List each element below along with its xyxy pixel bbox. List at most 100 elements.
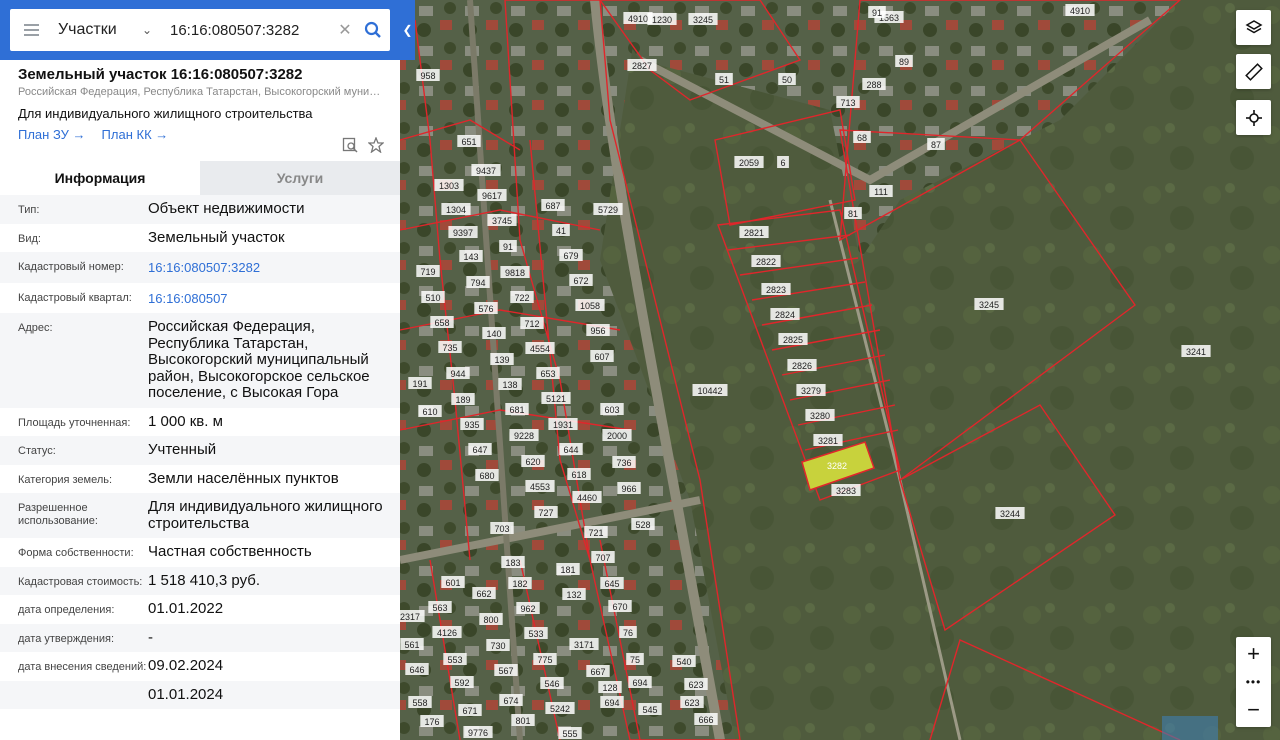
- parcel-label[interactable]: 653: [536, 367, 560, 379]
- parcel-label[interactable]: 3279: [796, 384, 826, 396]
- parcel-label[interactable]: 712: [520, 317, 544, 329]
- star-icon[interactable]: [368, 137, 384, 153]
- parcel-label[interactable]: 4460: [572, 491, 602, 503]
- parcel-label[interactable]: 553: [443, 653, 467, 665]
- parcel-label[interactable]: 510: [421, 291, 445, 303]
- parcel-label[interactable]: 4910: [1065, 4, 1095, 16]
- search-input[interactable]: 16:16:080507:3282: [156, 22, 334, 39]
- parcel-label[interactable]: 592: [450, 676, 474, 688]
- parcel-label[interactable]: 1058: [575, 299, 605, 311]
- tab-info[interactable]: Информация: [0, 161, 200, 195]
- parcel-label[interactable]: 111: [869, 185, 893, 197]
- parcel-label[interactable]: 528: [631, 518, 655, 530]
- parcel-label[interactable]: 2825: [778, 333, 808, 345]
- parcel-label[interactable]: 3245: [974, 298, 1004, 310]
- parcel-label[interactable]: 623: [680, 696, 704, 708]
- parcel-label[interactable]: 674: [499, 694, 523, 706]
- parcel-label[interactable]: 935: [460, 418, 484, 430]
- parcel-label[interactable]: 694: [628, 676, 652, 688]
- parcel-label[interactable]: 91: [499, 240, 517, 252]
- parcel-label[interactable]: 4126: [432, 626, 462, 638]
- parcel-label[interactable]: 288: [862, 78, 886, 90]
- plus-icon[interactable]: +: [1247, 643, 1260, 665]
- parcel-label[interactable]: 132: [562, 588, 586, 600]
- parcel-label[interactable]: 533: [524, 627, 548, 639]
- parcel-label[interactable]: 713: [836, 96, 860, 108]
- parcel-label[interactable]: 540: [672, 655, 696, 667]
- parcel-label[interactable]: 671: [458, 704, 482, 716]
- parcel-label[interactable]: 91: [868, 6, 886, 18]
- parcel-label[interactable]: 694: [600, 696, 624, 708]
- chevron-down-icon[interactable]: ⌄: [142, 23, 156, 37]
- parcel-label[interactable]: 545: [638, 703, 662, 715]
- parcel-label[interactable]: 680: [475, 469, 499, 481]
- parcel-label[interactable]: 681: [505, 403, 529, 415]
- parcel-label[interactable]: 5729: [593, 203, 623, 215]
- parcel-label[interactable]: 75: [626, 653, 644, 665]
- attribute-link[interactable]: 16:16:080507: [148, 289, 400, 308]
- parcel-label[interactable]: 2827: [627, 59, 657, 71]
- parcel-label[interactable]: 9818: [500, 266, 530, 278]
- parcel-label[interactable]: 601: [441, 576, 465, 588]
- parcel-label[interactable]: 1230: [647, 13, 677, 25]
- parcel-label[interactable]: 645: [600, 577, 624, 589]
- parcel-label[interactable]: 3280: [805, 409, 835, 421]
- parcel-label[interactable]: 4554: [525, 342, 555, 354]
- parcel-label[interactable]: 9397: [448, 226, 478, 238]
- parcel-label[interactable]: 3244: [995, 507, 1025, 519]
- parcel-label[interactable]: 576: [474, 302, 498, 314]
- parcel-label[interactable]: 546: [540, 677, 564, 689]
- parcel-label[interactable]: 2822: [751, 255, 781, 267]
- parcel-label[interactable]: 3171: [569, 638, 599, 650]
- parcel-label[interactable]: 555: [558, 727, 582, 739]
- parcel-label[interactable]: 176: [420, 715, 444, 727]
- parcel-label[interactable]: 563: [428, 601, 452, 613]
- parcel-label[interactable]: 956: [586, 324, 610, 336]
- parcel-label[interactable]: 138: [498, 378, 522, 390]
- parcel-label[interactable]: 958: [416, 69, 440, 81]
- parcel-label[interactable]: 567: [494, 664, 518, 676]
- parcel-label[interactable]: 3282: [822, 459, 851, 471]
- parcel-label[interactable]: 41: [552, 224, 570, 236]
- parcel-label[interactable]: 662: [472, 587, 496, 599]
- parcel-label[interactable]: 647: [468, 443, 492, 455]
- parcel-label[interactable]: 2821: [739, 226, 769, 238]
- parcel-label[interactable]: 9228: [509, 429, 539, 441]
- parcel-label[interactable]: 607: [590, 350, 614, 362]
- plan-zu-link[interactable]: План ЗУ →: [18, 127, 86, 142]
- parcel-label[interactable]: 4553: [525, 480, 555, 492]
- parcel-label[interactable]: 139: [490, 353, 514, 365]
- tab-services[interactable]: Услуги: [200, 161, 400, 195]
- parcel-label[interactable]: 651: [457, 135, 481, 147]
- parcel-label[interactable]: 735: [438, 341, 462, 353]
- clear-icon[interactable]: ✕: [334, 20, 356, 40]
- parcel-label[interactable]: 800: [479, 613, 503, 625]
- parcel-label[interactable]: 2000: [602, 429, 632, 441]
- parcel-label[interactable]: 1304: [441, 203, 471, 215]
- parcel-label[interactable]: 1931: [548, 418, 578, 430]
- parcel-label[interactable]: 703: [490, 522, 514, 534]
- parcel-label[interactable]: 128: [598, 681, 622, 693]
- measure-button[interactable]: [1236, 54, 1271, 89]
- parcel-label[interactable]: 966: [617, 482, 641, 494]
- parcel-label[interactable]: 672: [569, 274, 593, 286]
- parcel-label[interactable]: 558: [408, 696, 432, 708]
- attribute-link[interactable]: 16:16:080507:3282: [148, 258, 400, 277]
- parcel-label[interactable]: 623: [684, 678, 708, 690]
- more-icon[interactable]: •••: [1246, 675, 1262, 689]
- menu-icon[interactable]: [10, 24, 52, 36]
- parcel-label[interactable]: 610: [418, 405, 442, 417]
- parcel-label[interactable]: 68: [853, 131, 871, 143]
- parcel-label[interactable]: 670: [608, 600, 632, 612]
- parcel-label[interactable]: 87: [927, 138, 945, 150]
- parcel-label[interactable]: 667: [586, 665, 610, 677]
- parcel-label[interactable]: 794: [466, 276, 490, 288]
- parcel-label[interactable]: 658: [430, 316, 454, 328]
- parcel-label[interactable]: 3281: [813, 434, 843, 446]
- parcel-label[interactable]: 1303: [434, 179, 464, 191]
- parcel-label[interactable]: 182: [508, 577, 532, 589]
- parcel-label[interactable]: 707: [591, 551, 615, 563]
- parcel-label[interactable]: 50: [778, 73, 796, 85]
- parcel-label[interactable]: 736: [612, 456, 636, 468]
- plan-kk-link[interactable]: План КК →: [102, 127, 169, 142]
